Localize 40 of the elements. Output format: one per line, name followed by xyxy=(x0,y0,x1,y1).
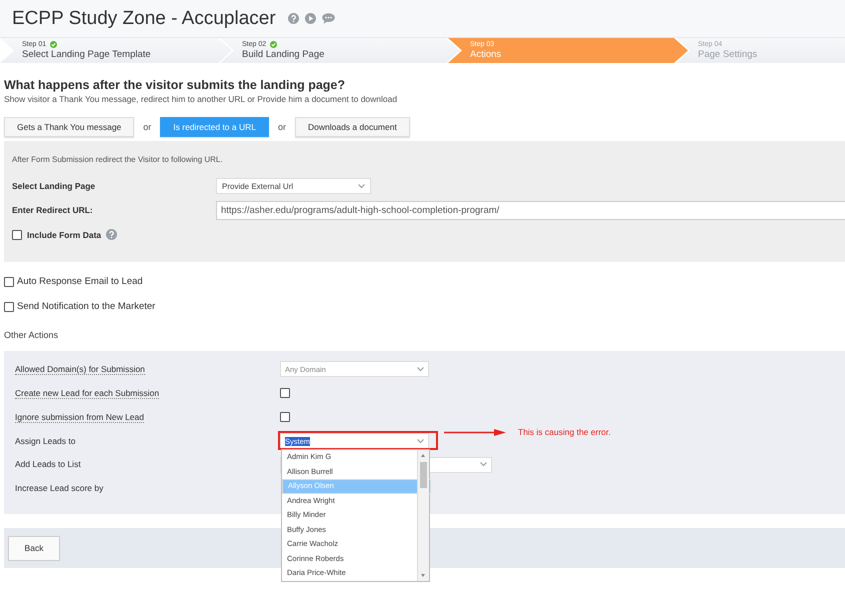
help-icon[interactable] xyxy=(106,229,118,240)
checkbox[interactable] xyxy=(4,302,14,312)
checkbox-label: Auto Response Email to Lead xyxy=(17,276,143,287)
check-circle-icon xyxy=(270,41,278,48)
checkbox-label: Include Form Data xyxy=(27,230,102,240)
or-text: or xyxy=(142,122,152,132)
field-label: Assign Leads to xyxy=(15,436,76,446)
check-circle-icon xyxy=(50,41,58,48)
annotation-text: This is causing the error. xyxy=(518,427,611,437)
section-subtitle: Show visitor a Thank You message, redirect him to another URL or Provide him a document to download xyxy=(4,94,398,104)
caret-icon xyxy=(417,366,424,372)
caret-icon xyxy=(480,462,487,467)
checkbox[interactable] xyxy=(280,412,290,422)
caret-icon xyxy=(417,438,424,444)
url-input-field[interactable]: https://asher.edu/programs/adult-high-school-completion-program/ xyxy=(216,200,845,220)
checkbox[interactable] xyxy=(280,388,290,398)
field-label: Create new Lead for each Submission xyxy=(15,388,160,398)
option-button[interactable]: Gets a Thank You message xyxy=(4,117,134,137)
checkbox[interactable] xyxy=(4,276,14,286)
help-icon[interactable] xyxy=(288,13,299,24)
arrow-icon xyxy=(444,429,506,436)
field-label: Enter Redirect URL: xyxy=(12,205,94,215)
scrollbar[interactable] xyxy=(417,450,429,580)
checkbox[interactable] xyxy=(12,230,22,240)
or-text: or xyxy=(276,122,287,132)
field-label: Add Leads to List xyxy=(15,459,81,470)
field-label: Select Landing Page xyxy=(12,181,96,191)
checkbox-label: Send Notification to the Marketer xyxy=(17,301,156,312)
field-label: Allowed Domain(s) for Submission xyxy=(15,364,145,374)
select-field[interactable]: Provide External Url xyxy=(216,178,371,194)
play-icon[interactable] xyxy=(304,13,316,24)
caret-icon xyxy=(358,184,365,188)
section-heading: Other Actions xyxy=(4,330,60,340)
section-heading: What happens after the visitor submits the landing page? xyxy=(4,78,346,92)
back-button[interactable]: Back xyxy=(8,536,60,560)
panel-note: After Form Submission redirect the Visitor to following URL. xyxy=(12,155,224,164)
field-label: Increase Lead score by xyxy=(15,482,104,494)
option-button[interactable]: Downloads a document xyxy=(295,117,410,137)
page-title: ECPP Study Zone - Accuplacer xyxy=(12,8,276,30)
field-label: Ignore submission from New Lead xyxy=(15,412,144,422)
